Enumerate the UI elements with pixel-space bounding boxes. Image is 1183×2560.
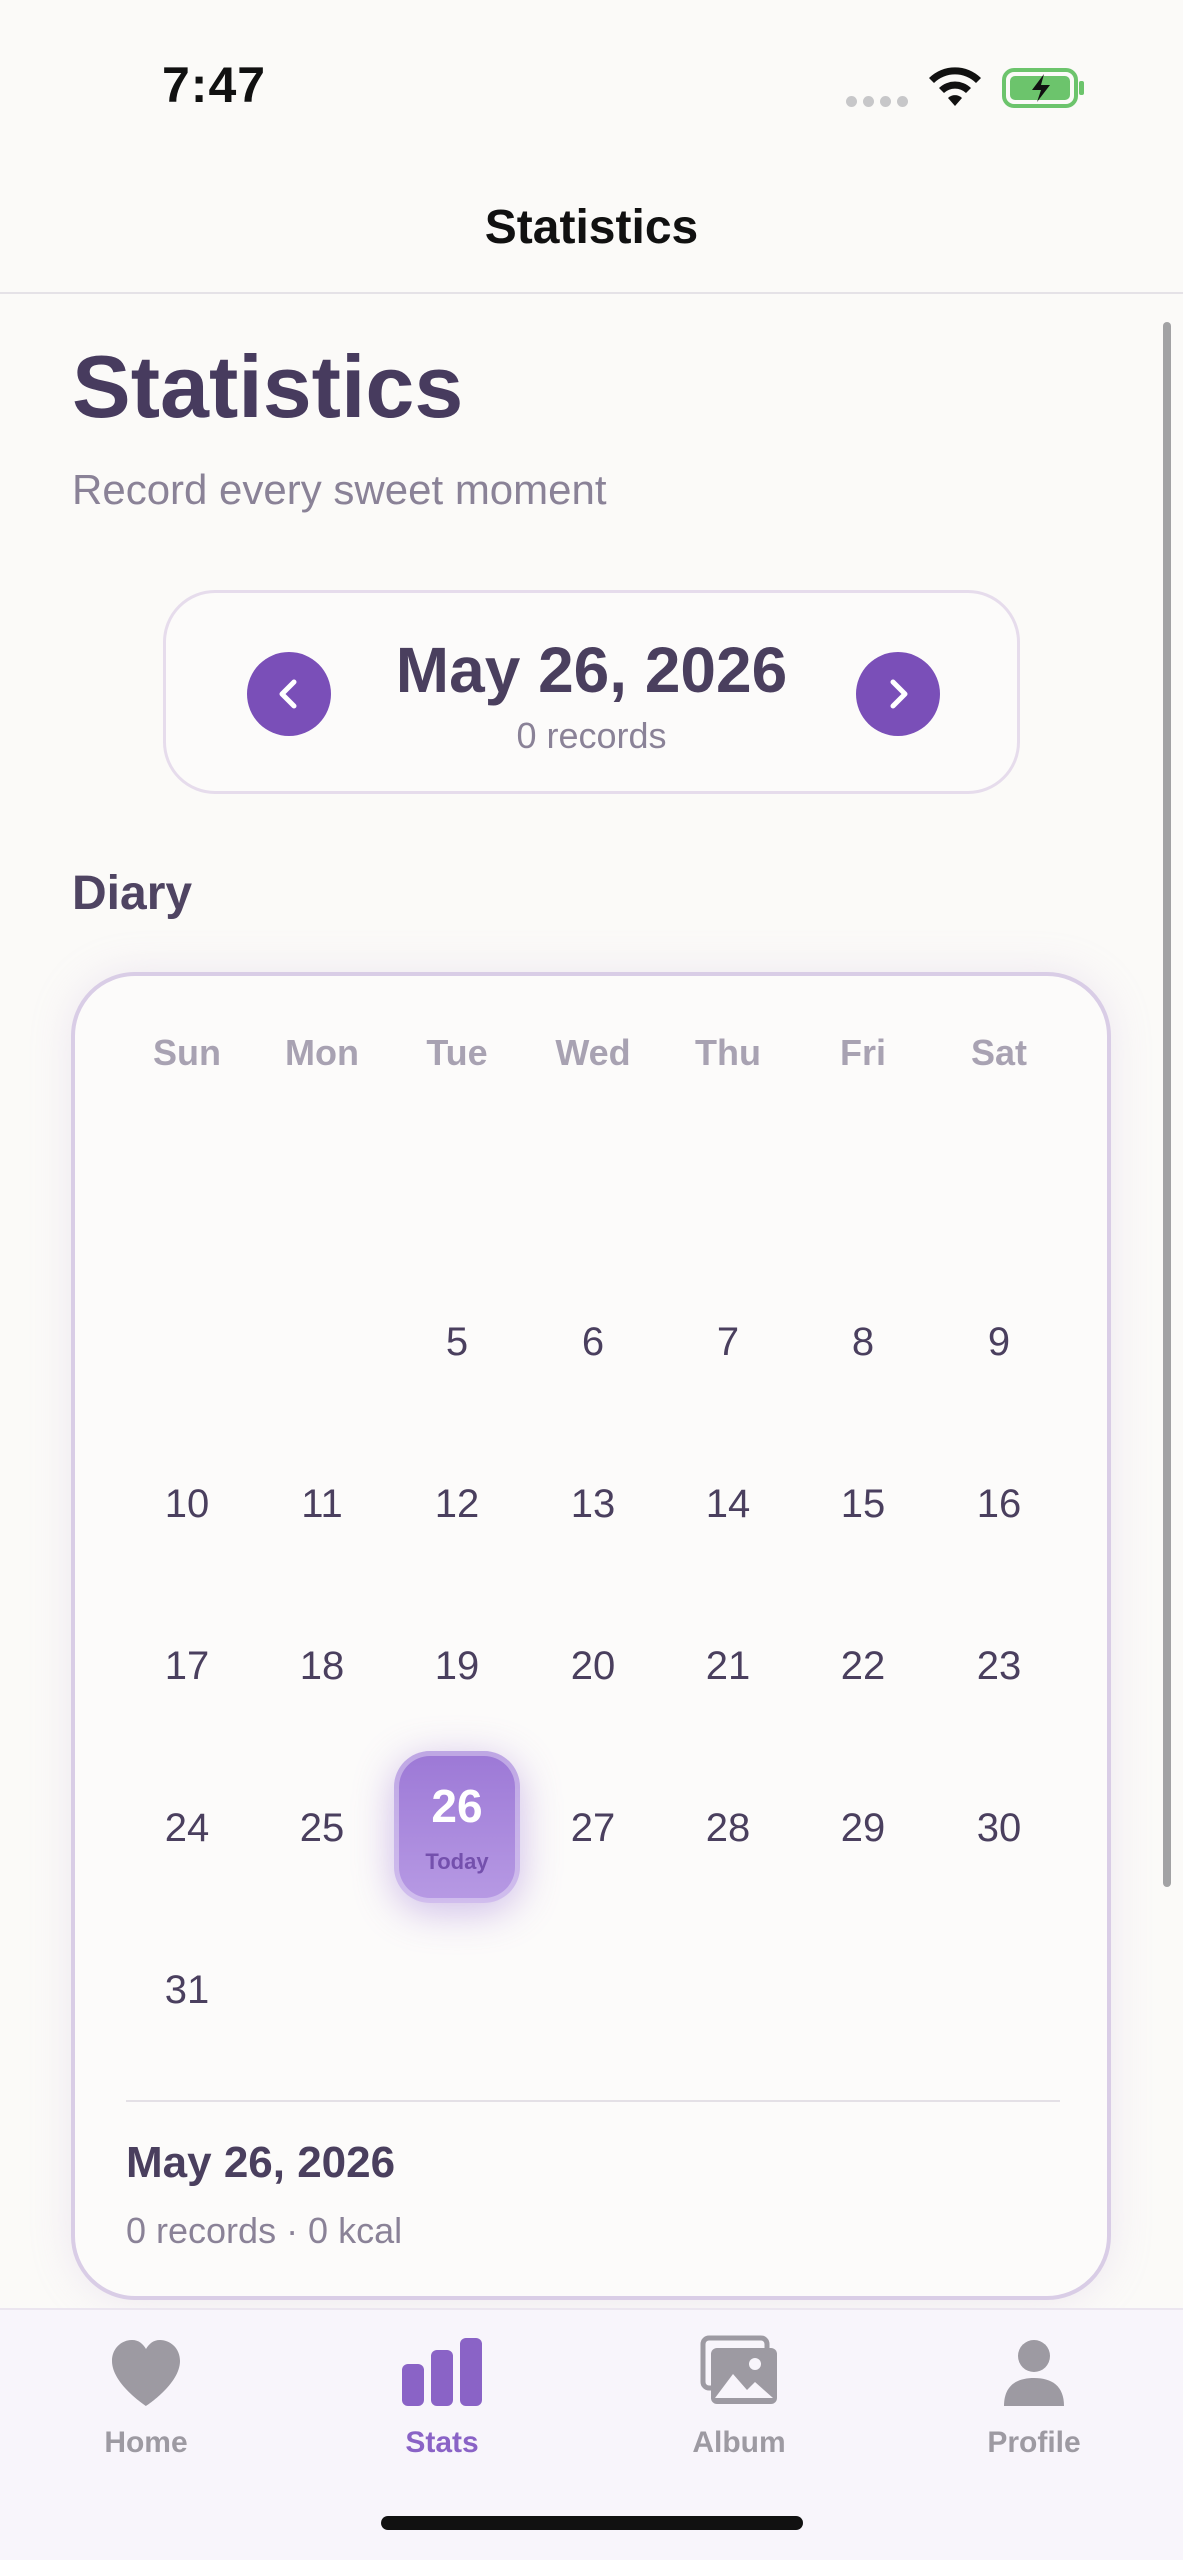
nav-bar: Statistics <box>0 160 1183 294</box>
calendar-day[interactable]: 6 <box>538 1320 648 1365</box>
next-date-button[interactable] <box>856 652 940 736</box>
calendar-day[interactable]: 8 <box>808 1320 918 1365</box>
calendar-day[interactable]: 12 <box>402 1482 512 1527</box>
calendar-day[interactable]: 24 <box>132 1806 242 1851</box>
person-icon <box>1004 2340 1064 2406</box>
today-day-number: 26 <box>431 1780 483 1832</box>
calendar-day[interactable]: 13 <box>538 1482 648 1527</box>
calendar-day-today[interactable]: 26 Today <box>394 1751 520 1903</box>
battery-charging-icon <box>1002 68 1084 108</box>
status-time: 7:47 <box>162 57 267 113</box>
calendar-day[interactable]: 27 <box>538 1806 648 1851</box>
diary-section-title: Diary <box>72 867 193 920</box>
calendar-day[interactable]: 28 <box>673 1806 783 1851</box>
page-title: Statistics <box>72 337 464 436</box>
bar-chart-icon <box>402 2338 482 2406</box>
status-bar: 7:47 <box>0 0 1183 160</box>
tab-album[interactable]: Album <box>639 2334 839 2460</box>
calendar-day[interactable]: 21 <box>673 1644 783 1689</box>
nav-title: Statistics <box>484 201 699 254</box>
calendar-day[interactable]: 18 <box>267 1644 377 1689</box>
tab-profile[interactable]: Profile <box>934 2334 1134 2460</box>
scroll-indicator[interactable] <box>1163 322 1171 1887</box>
weekday-row: Sun Mon Tue Wed Thu Fri Sat <box>75 1032 1107 1082</box>
calendar-day[interactable]: 16 <box>944 1482 1054 1527</box>
tab-stats[interactable]: Stats <box>342 2334 542 2460</box>
calendar-day[interactable]: 10 <box>132 1482 242 1527</box>
calendar-card: Sun Mon Tue Wed Thu Fri Sat 5 6 7 8 9 10… <box>71 972 1111 2300</box>
weekday-sun: Sun <box>153 1032 221 1073</box>
chevron-right-icon <box>890 679 908 709</box>
calendar-day[interactable]: 30 <box>944 1806 1054 1851</box>
tab-home-label: Home <box>104 2426 188 2459</box>
weekday-wed: Wed <box>555 1032 631 1073</box>
date-picker-card: May 26, 2026 0 records <box>163 590 1020 794</box>
calendar-day[interactable]: 19 <box>402 1644 512 1689</box>
home-indicator[interactable] <box>381 2516 803 2530</box>
calendar-day[interactable]: 14 <box>673 1482 783 1527</box>
calendar-day[interactable]: 17 <box>132 1644 242 1689</box>
calendar-day[interactable]: 20 <box>538 1644 648 1689</box>
weekday-thu: Thu <box>695 1032 761 1073</box>
weekday-tue: Tue <box>426 1032 488 1073</box>
calendar-day[interactable]: 29 <box>808 1806 918 1851</box>
summary-date: May 26, 2026 <box>126 2138 396 2187</box>
heart-icon <box>112 2340 180 2406</box>
calendar-day[interactable]: 11 <box>267 1482 377 1527</box>
calendar-day[interactable]: 15 <box>808 1482 918 1527</box>
calendar-day[interactable]: 31 <box>132 1968 242 2013</box>
calendar-day[interactable]: 25 <box>267 1806 377 1851</box>
weekday-sat: Sat <box>970 1032 1028 1073</box>
summary-stats: 0 records · 0 kcal <box>126 2210 403 2251</box>
page-subtitle: Record every sweet moment <box>72 466 607 513</box>
tab-home[interactable]: Home <box>46 2334 246 2460</box>
calendar-day[interactable]: 9 <box>944 1320 1054 1365</box>
today-label: Today <box>425 1849 489 1874</box>
signal-dots-icon <box>846 96 908 107</box>
calendar-day[interactable]: 23 <box>944 1644 1054 1689</box>
calendar-day[interactable]: 5 <box>402 1320 512 1365</box>
weekday-mon: Mon <box>285 1032 359 1073</box>
tab-stats-label: Stats <box>405 2426 479 2459</box>
calendar-day[interactable]: 22 <box>808 1644 918 1689</box>
calendar-day[interactable]: 7 <box>673 1320 783 1365</box>
tab-album-label: Album <box>692 2426 786 2459</box>
photo-album-icon <box>700 2335 777 2404</box>
wifi-icon <box>929 67 981 106</box>
weekday-fri: Fri <box>839 1032 886 1073</box>
calendar-divider <box>126 2100 1060 2102</box>
tab-profile-label: Profile <box>987 2426 1081 2459</box>
